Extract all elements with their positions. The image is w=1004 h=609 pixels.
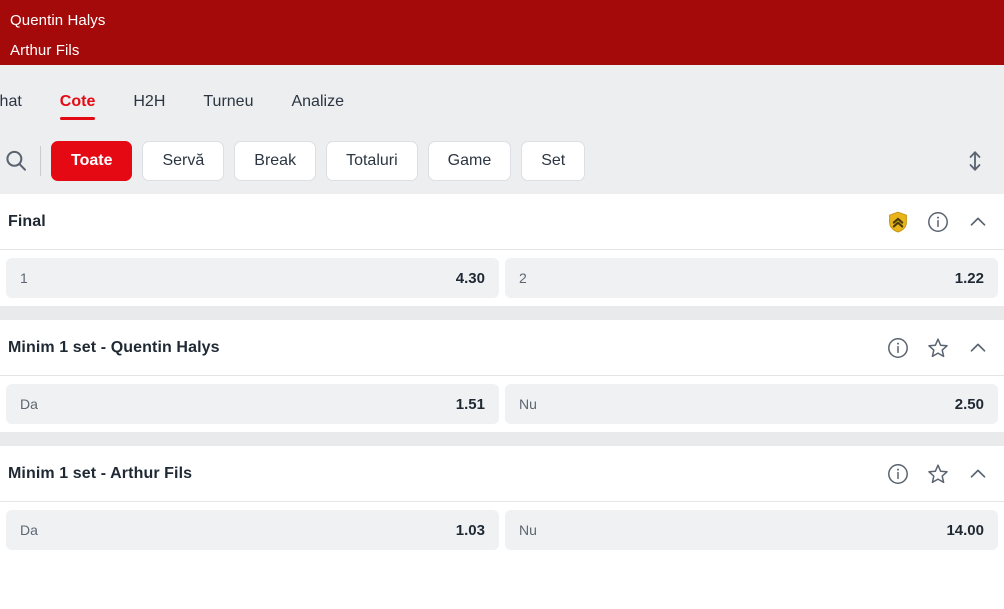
odd-label: 2 xyxy=(519,270,527,286)
odd-label: Da xyxy=(20,396,38,412)
market-section: Minim 1 set - Quentin Halys Da 1.51 Nu 2.50 xyxy=(0,320,1004,432)
odd-value: 1.03 xyxy=(455,521,485,539)
filter-chip-set[interactable]: Set xyxy=(521,141,586,181)
market-header[interactable]: Minim 1 set - Quentin Halys xyxy=(0,320,1004,376)
filter-chip-serv-[interactable]: Servă xyxy=(142,141,225,181)
chevron-up-icon[interactable] xyxy=(966,210,990,234)
tab-cote[interactable]: Cote xyxy=(59,93,95,128)
odd-button[interactable]: 1 4.30 xyxy=(6,258,499,298)
market-header-icons xyxy=(886,210,990,234)
market-section: Final 1 4.30 2 1.22 xyxy=(0,194,1004,306)
search-icon xyxy=(3,148,29,174)
filter-chip-break[interactable]: Break xyxy=(234,141,317,181)
market-header-icons xyxy=(886,462,990,486)
odd-label: Da xyxy=(20,522,38,538)
tab-analize[interactable]: Analize xyxy=(291,93,343,128)
market-title: Minim 1 set - Arthur Fils xyxy=(8,464,193,482)
search-button[interactable] xyxy=(0,148,38,174)
sort-vertical-icon xyxy=(965,149,985,173)
tab-bar: Chat Cote H2H Turneu Analize xyxy=(0,65,1004,128)
section-divider xyxy=(0,432,1004,446)
filter-chips: Toate Servă Break Totaluri Game Set xyxy=(51,141,958,181)
market-header[interactable]: Final xyxy=(0,194,1004,250)
boost-shield-icon[interactable] xyxy=(886,210,910,234)
odd-label: Nu xyxy=(519,396,537,412)
section-divider xyxy=(0,306,1004,320)
market-header-icons xyxy=(886,336,990,360)
market-title: Final xyxy=(8,212,46,230)
sort-button[interactable] xyxy=(958,149,992,173)
odd-button[interactable]: Nu 14.00 xyxy=(505,510,998,550)
odd-value: 4.30 xyxy=(455,269,485,287)
odd-value: 2.50 xyxy=(954,395,984,413)
info-icon[interactable] xyxy=(926,210,950,234)
filter-divider xyxy=(40,146,41,176)
tab-h2h[interactable]: H2H xyxy=(133,93,165,128)
odds-row: Da 1.51 Nu 2.50 xyxy=(0,376,1004,432)
market-title: Minim 1 set - Quentin Halys xyxy=(8,338,220,356)
match-header: Quentin Halys Arthur Fils xyxy=(0,0,1004,65)
odd-label: Nu xyxy=(519,522,537,538)
market-section: Minim 1 set - Arthur Fils Da 1.03 Nu 14.00 xyxy=(0,446,1004,558)
chevron-up-icon[interactable] xyxy=(966,462,990,486)
info-icon[interactable] xyxy=(886,336,910,360)
chevron-up-icon[interactable] xyxy=(966,336,990,360)
filter-chip-totaluri[interactable]: Totaluri xyxy=(326,141,418,181)
player-name-bottom: Arthur Fils xyxy=(10,42,80,59)
market-header[interactable]: Minim 1 set - Arthur Fils xyxy=(0,446,1004,502)
star-icon[interactable] xyxy=(926,462,950,486)
info-icon[interactable] xyxy=(886,462,910,486)
odd-value: 1.22 xyxy=(954,269,984,287)
markets-list: Final 1 4.30 2 1.22 Minim 1 set - Quentin Hal… xyxy=(0,194,1004,558)
odd-button[interactable]: 2 1.22 xyxy=(505,258,998,298)
odd-label: 1 xyxy=(20,270,28,286)
odd-value: 14.00 xyxy=(946,521,984,539)
filter-chip-toate[interactable]: Toate xyxy=(51,141,133,181)
odds-row: 1 4.30 2 1.22 xyxy=(0,250,1004,306)
player-name-top: Quentin Halys xyxy=(10,12,106,29)
star-icon[interactable] xyxy=(926,336,950,360)
odd-value: 1.51 xyxy=(455,395,485,413)
odds-row: Da 1.03 Nu 14.00 xyxy=(0,502,1004,558)
tab-chat[interactable]: Chat xyxy=(0,93,22,128)
tab-turneu[interactable]: Turneu xyxy=(203,93,253,128)
odd-button[interactable]: Nu 2.50 xyxy=(505,384,998,424)
odd-button[interactable]: Da 1.51 xyxy=(6,384,499,424)
filter-chip-game[interactable]: Game xyxy=(427,141,512,181)
filter-row: Toate Servă Break Totaluri Game Set xyxy=(0,128,1004,194)
odd-button[interactable]: Da 1.03 xyxy=(6,510,499,550)
